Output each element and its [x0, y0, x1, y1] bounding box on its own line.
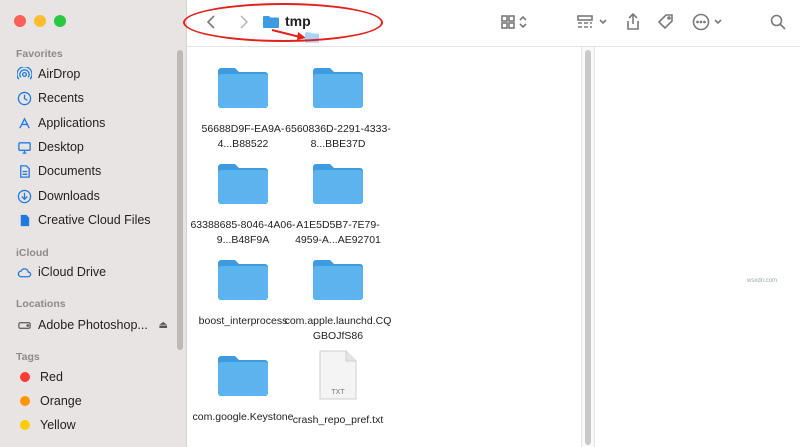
- sidebar-item-label: iCloud Drive: [38, 265, 107, 279]
- sidebar-item-applications[interactable]: Applications: [16, 113, 176, 133]
- file-name: 56688D9F-EA9A-4...B88522: [201, 123, 285, 150]
- folder-icon: [218, 68, 268, 108]
- folder-icon: [218, 356, 268, 396]
- file-name: crash_repo_pref.txt: [292, 414, 384, 426]
- sidebar-tag-red[interactable]: Red: [16, 367, 176, 387]
- sidebar-item-label: Applications: [38, 116, 106, 130]
- folder-item[interactable]: com.apple.launchd.CQGBOJfS86: [283, 257, 393, 344]
- folder-item[interactable]: boost_interprocess: [188, 257, 298, 329]
- folder-item[interactable]: 6560836D-2291-4333-8...BBE37D: [283, 65, 393, 152]
- file-item[interactable]: TXT crash_repo_pref.txt: [283, 350, 393, 428]
- icloud-header: iCloud: [16, 247, 49, 259]
- file-name: 63388685-8046-4A06-9...B48F9A: [190, 219, 296, 246]
- folder-item[interactable]: A1E5D5B7-7E79-4959-A...AE92701: [283, 161, 393, 248]
- sidebar-tag-yellow[interactable]: Yellow: [16, 415, 176, 435]
- file-name: A1E5D5B7-7E79-4959-A...AE92701: [295, 219, 381, 246]
- sidebar-scrollbar[interactable]: [177, 50, 183, 350]
- sidebar-item-airdrop[interactable]: AirDrop: [16, 64, 176, 84]
- sidebar-item-creative-cloud-files[interactable]: Creative Cloud Files: [16, 210, 176, 230]
- tags-header: Tags: [16, 351, 40, 363]
- file-grid: 56688D9F-EA9A-4...B88522 6560836D-2291-4…: [187, 47, 582, 447]
- file-name: com.apple.launchd.CQGBOJfS86: [284, 315, 392, 342]
- preview-pane: [594, 47, 800, 447]
- scrollbar-thumb[interactable]: [585, 50, 591, 445]
- file-name: 6560836D-2291-4333-8...BBE37D: [285, 123, 391, 150]
- desktop-icon: [16, 139, 32, 155]
- folder-icon: [313, 260, 363, 300]
- cloud-icon: [16, 264, 32, 280]
- document-icon: [16, 163, 32, 179]
- clock-icon: [16, 90, 32, 106]
- file-name: boost_interprocess: [198, 315, 288, 327]
- folder-item[interactable]: 63388685-8046-4A06-9...B48F9A: [188, 161, 298, 248]
- folder-item[interactable]: 56688D9F-EA9A-4...B88522: [188, 65, 298, 152]
- sidebar-item-label: Documents: [38, 164, 102, 178]
- sidebar-item-label: Creative Cloud Files: [38, 213, 151, 227]
- minimize-button[interactable]: [34, 15, 46, 27]
- folder-icon: [218, 164, 268, 204]
- sidebar-item-label: Adobe Photoshop...: [38, 318, 148, 332]
- airdrop-icon: [16, 66, 32, 82]
- ellipsis-circle-icon: [692, 13, 722, 31]
- sidebar-item-label: AirDrop: [38, 67, 81, 81]
- sidebar-item-documents[interactable]: Documents: [16, 161, 176, 181]
- tag-color-dot: [20, 372, 30, 382]
- watermark: wsxdn.com: [747, 278, 778, 284]
- sidebar-item-label: Orange: [40, 394, 82, 408]
- sidebar-tag-orange[interactable]: Orange: [16, 391, 176, 411]
- share-icon: [627, 13, 639, 30]
- eject-icon[interactable]: ⏏: [159, 320, 168, 331]
- sidebar-item-label: Recents: [38, 91, 84, 105]
- sidebar-item-adobe-photoshop[interactable]: Adobe Photoshop... ⏏: [16, 315, 176, 335]
- tag-icon: [657, 14, 673, 30]
- file-type-badge: TXT: [331, 389, 345, 396]
- search-icon: [770, 14, 786, 30]
- tag-color-dot: [20, 396, 30, 406]
- tag-color-dot: [20, 420, 30, 430]
- sidebar-item-label: Downloads: [38, 189, 100, 203]
- sidebar-item-desktop[interactable]: Desktop: [16, 137, 176, 157]
- group-button[interactable]: [576, 12, 612, 32]
- sidebar-item-label: Desktop: [38, 140, 84, 154]
- group-icon: [577, 15, 607, 28]
- grid-view-icon: [501, 15, 527, 29]
- tag-button[interactable]: [656, 12, 676, 32]
- content-scrollbar[interactable]: [581, 47, 594, 447]
- close-button[interactable]: [14, 15, 26, 27]
- folder-icon: [218, 260, 268, 300]
- sidebar-item-downloads[interactable]: Downloads: [16, 186, 176, 206]
- applications-icon: [16, 115, 32, 131]
- view-mode-button[interactable]: [500, 12, 530, 32]
- locations-header: Locations: [16, 298, 66, 310]
- search-button[interactable]: [769, 12, 787, 32]
- sidebar-item-label: Yellow: [40, 418, 76, 432]
- folder-icon: [313, 68, 363, 108]
- file-icon: [16, 212, 32, 228]
- drive-icon: [16, 317, 32, 333]
- sidebar-item-label: Red: [40, 370, 63, 384]
- download-icon: [16, 188, 32, 204]
- folder-icon: [313, 164, 363, 204]
- annotation-ellipse: [183, 3, 383, 42]
- file-name: com.google.Keystone: [192, 411, 294, 423]
- sidebar: Favorites AirDrop Recents Applications D…: [0, 0, 187, 447]
- more-button[interactable]: [692, 12, 728, 32]
- sidebar-item-recents[interactable]: Recents: [16, 88, 176, 108]
- text-file-icon: TXT: [319, 350, 357, 400]
- finder-window: Favorites AirDrop Recents Applications D…: [0, 0, 800, 447]
- zoom-button[interactable]: [54, 15, 66, 27]
- window-controls: [14, 15, 66, 27]
- sidebar-item-icloud-drive[interactable]: iCloud Drive: [16, 262, 176, 282]
- share-button[interactable]: [624, 12, 642, 32]
- favorites-header: Favorites: [16, 48, 63, 60]
- folder-item[interactable]: com.google.Keystone: [188, 353, 298, 425]
